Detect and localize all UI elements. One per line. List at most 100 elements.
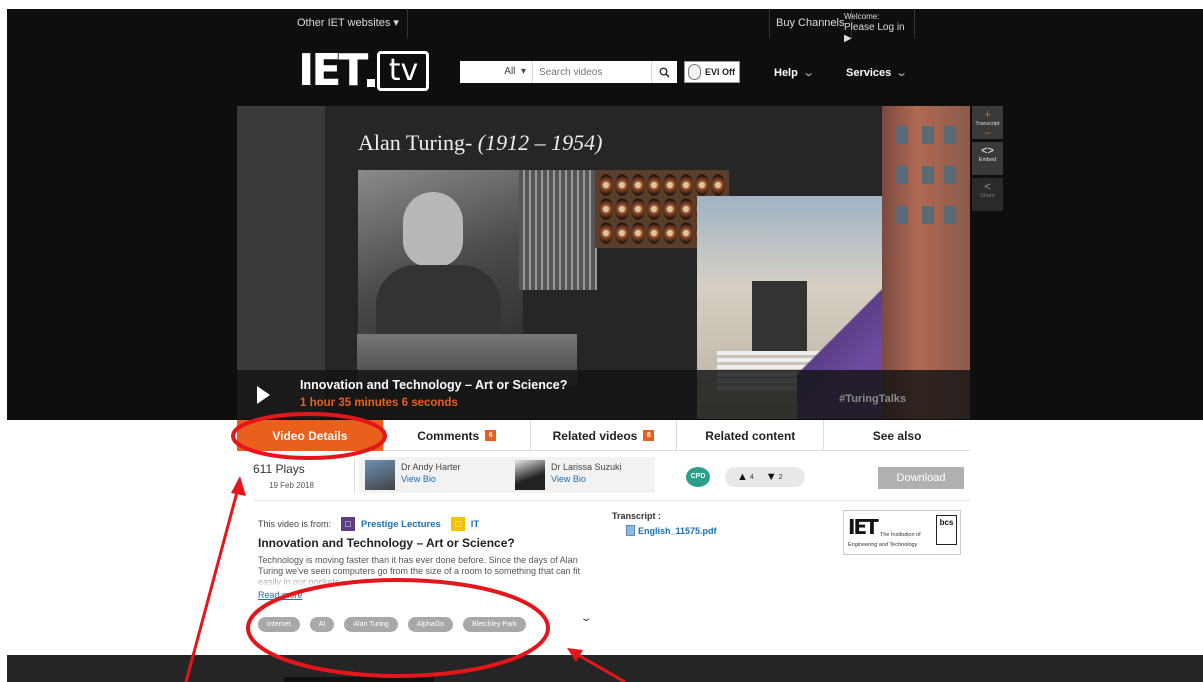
info-title: Innovation and Technology – Art or Scien… xyxy=(258,536,515,550)
annotation-arrow xyxy=(184,480,242,682)
dial xyxy=(615,174,629,196)
channel-link[interactable]: Prestige Lectures xyxy=(361,519,441,530)
dial xyxy=(711,174,725,196)
page: Other IET websites ▾ Buy Channels Welcom… xyxy=(0,0,1203,682)
search-scope-select[interactable]: All ▾ xyxy=(460,61,533,83)
tab-related-videos[interactable]: Related videos 8 xyxy=(531,420,678,451)
view-bio-link[interactable]: View Bio xyxy=(401,474,436,484)
portrait-head xyxy=(403,192,463,267)
search-bar: All ▾ xyxy=(460,61,677,83)
iet-engineering-text: Engineering and Technology xyxy=(848,542,918,548)
view-bio-link[interactable]: View Bio xyxy=(551,474,586,484)
tag-chip[interactable]: Internet xyxy=(258,617,300,632)
dislikes-count: 2 xyxy=(778,473,783,481)
avatar xyxy=(365,460,395,490)
dial xyxy=(599,198,613,220)
count-badge: 6 xyxy=(485,430,497,441)
dial xyxy=(663,174,677,196)
caret-down-icon: ▾ xyxy=(393,17,399,29)
topic-link[interactable]: IT xyxy=(471,519,479,530)
info-description: Technology is moving faster than it has … xyxy=(258,555,593,587)
video-duration: 1 hour 35 minutes 6 seconds xyxy=(300,397,458,409)
speaker-name: Dr Larissa Suzuki xyxy=(551,462,622,472)
divider xyxy=(253,500,970,501)
play-icon[interactable] xyxy=(257,386,270,404)
minus-icon: – xyxy=(984,127,991,139)
cpd-badge: CPD xyxy=(686,467,710,487)
tab-related-content[interactable]: Related content xyxy=(677,420,825,451)
annotation-arrowhead xyxy=(231,476,246,496)
dial xyxy=(647,198,661,220)
welcome-label: Welcome: xyxy=(844,12,880,21)
transcript-label: Transcript : xyxy=(612,511,662,521)
iet-institution-text: The Institution of xyxy=(880,532,921,538)
divider xyxy=(354,457,355,493)
iet-logo: IET xyxy=(848,515,879,539)
building-window xyxy=(922,166,934,184)
dial xyxy=(647,174,661,196)
other-sites-dropdown[interactable]: Other IET websites ▾ xyxy=(289,9,408,38)
chevron-down-icon: ⌄ xyxy=(895,67,909,79)
share-icon: < xyxy=(984,181,991,193)
side-buttons: + Transcript – <> Embed < Share xyxy=(972,106,1003,214)
video-hashtag: #TuringTalks xyxy=(839,393,906,405)
evi-label: EVI Off xyxy=(705,67,736,77)
search-icon xyxy=(659,67,670,78)
building-window xyxy=(896,166,908,184)
nav-services[interactable]: Services ⌄ xyxy=(846,66,909,79)
building-window xyxy=(944,206,956,224)
speaker-name: Dr Andy Harter xyxy=(401,462,461,472)
likes-count: 4 xyxy=(749,473,754,481)
dial xyxy=(631,174,645,196)
login-link[interactable]: Welcome: Please Log in ▶ xyxy=(838,9,915,44)
slide-title-years: (1912 – 1954) xyxy=(477,130,603,155)
search-button[interactable] xyxy=(651,61,677,83)
speaker-card: Dr Larissa Suzuki View Bio xyxy=(509,460,649,490)
toggle-switch-icon xyxy=(688,64,701,80)
download-button[interactable]: Download xyxy=(878,467,964,489)
transcript-button[interactable]: + Transcript – xyxy=(972,106,1003,139)
building-window xyxy=(922,126,934,144)
detail-tabs: Video Details Comments 6 Related videos 8 … xyxy=(237,420,970,451)
nav-help[interactable]: Help ⌄ xyxy=(774,66,815,79)
tag-chip[interactable]: Alan Turing xyxy=(344,617,398,632)
dial xyxy=(599,222,613,244)
transcript-file-link[interactable]: English_11575.pdf xyxy=(626,525,717,536)
logo-iet: IET xyxy=(298,45,368,96)
dial xyxy=(615,198,629,220)
tab-label: Video Details xyxy=(272,428,348,443)
share-button[interactable]: < Share xyxy=(972,178,1003,211)
tag-chip[interactable]: Bletchley Park xyxy=(463,617,526,632)
footer-block xyxy=(284,677,434,682)
search-input[interactable] xyxy=(533,61,651,83)
expand-tags-chevron-icon[interactable]: ⌄ xyxy=(580,613,593,624)
video-player[interactable]: Alan Turing- (1912 – 1954) Innovation an… xyxy=(237,106,970,419)
footer xyxy=(7,655,1203,682)
caret-down-icon: ▾ xyxy=(520,66,526,77)
dial xyxy=(663,222,677,244)
dial xyxy=(647,222,661,244)
building-window xyxy=(944,166,956,184)
speakers-panel: Dr Andy Harter View Bio Dr Larissa Suzuk… xyxy=(359,457,655,493)
bcs-logo: bcs xyxy=(936,515,957,545)
tab-see-also[interactable]: See also xyxy=(824,420,970,451)
tab-label: Related content xyxy=(705,428,796,443)
dial xyxy=(631,222,645,244)
dial xyxy=(679,198,693,220)
tab-label: Related videos xyxy=(552,428,638,443)
tab-comments[interactable]: Comments 6 xyxy=(384,420,531,451)
logo-dot xyxy=(367,79,376,87)
tag-chip[interactable]: AI xyxy=(309,617,335,632)
tag-chip[interactable]: AlphaGo xyxy=(407,617,454,632)
dial xyxy=(695,174,709,196)
thumbs-down-icon[interactable]: ▼ xyxy=(766,471,777,483)
dial xyxy=(631,198,645,220)
read-more-link[interactable]: Read more xyxy=(258,590,303,600)
tag-list: Internet AI Alan Turing AlphaGo Bletchle… xyxy=(258,617,536,632)
evi-toggle[interactable]: EVI Off xyxy=(684,61,740,83)
embed-button[interactable]: <> Embed xyxy=(972,142,1003,175)
tab-video-details[interactable]: Video Details xyxy=(237,420,384,451)
iet-tv-logo[interactable]: IET tv xyxy=(298,45,430,96)
avatar xyxy=(515,460,545,490)
thumbs-up-icon[interactable]: ▲ xyxy=(737,471,748,483)
